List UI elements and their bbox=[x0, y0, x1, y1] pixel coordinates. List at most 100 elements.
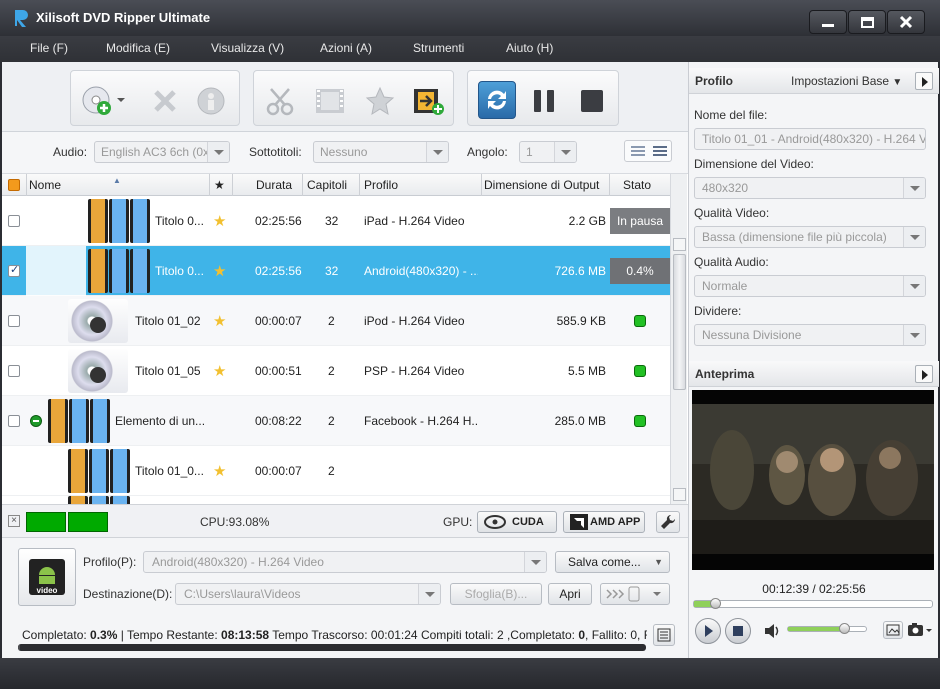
row-checkbox[interactable] bbox=[8, 415, 20, 427]
star-icon[interactable]: ★ bbox=[213, 362, 226, 380]
preset-select[interactable]: Impostazioni Base ▼ bbox=[791, 74, 902, 88]
star-icon[interactable]: ★ bbox=[213, 212, 226, 230]
minimize-button[interactable] bbox=[809, 10, 847, 34]
window-footer bbox=[0, 658, 940, 689]
menu-help[interactable]: Aiuto (H) bbox=[506, 41, 553, 55]
split-select[interactable]: Nessuna Divisione bbox=[694, 324, 926, 346]
table-row[interactable]: Titolo 0... ★ 02:25:56 32 Android(480x32… bbox=[2, 246, 670, 296]
add-dvd-button[interactable] bbox=[81, 85, 127, 117]
col-duration[interactable]: Durata bbox=[256, 178, 292, 192]
status-badge: In pausa bbox=[610, 208, 670, 234]
app-logo-icon bbox=[15, 10, 28, 27]
row-checkbox[interactable] bbox=[8, 215, 20, 227]
seek-bar[interactable] bbox=[693, 598, 933, 609]
row-name: Elemento di un... bbox=[115, 414, 206, 428]
expand-preview-icon[interactable] bbox=[915, 365, 933, 383]
pause-icon bbox=[534, 90, 554, 112]
audio-quality-select[interactable]: Normale bbox=[694, 275, 926, 297]
col-chapters[interactable]: Capitoli bbox=[307, 178, 347, 192]
subtitles-label: Sottotitoli: bbox=[249, 145, 302, 159]
open-button[interactable]: Apri bbox=[548, 583, 592, 605]
expand-panel-icon[interactable] bbox=[915, 72, 933, 90]
close-button[interactable] bbox=[887, 10, 925, 34]
snapshot-button[interactable] bbox=[907, 622, 935, 640]
remove-button[interactable] bbox=[149, 85, 181, 117]
profile-select[interactable]: Android(480x320) - H.264 Video bbox=[143, 551, 547, 573]
menu-view[interactable]: Visualizza (V) bbox=[211, 41, 284, 55]
transfer-device-button[interactable] bbox=[600, 583, 670, 605]
collapse-icon[interactable] bbox=[30, 415, 42, 427]
menu-file[interactable]: File (F) bbox=[30, 41, 68, 55]
subtitles-select[interactable]: Nessuno bbox=[313, 141, 449, 163]
pause-button[interactable] bbox=[528, 85, 560, 117]
star-icon[interactable]: ★ bbox=[213, 312, 226, 330]
col-output-size[interactable]: Dimensione di Output bbox=[484, 178, 599, 192]
gpu-bar: × CPU:93.08% GPU: CUDA AMD APP bbox=[2, 504, 688, 538]
volume-slider[interactable] bbox=[787, 623, 867, 634]
merge-button[interactable] bbox=[412, 85, 444, 117]
table-row[interactable]: Elemento di un... 00:08:22 2 Facebook - … bbox=[2, 396, 670, 446]
convert-button[interactable] bbox=[478, 81, 516, 119]
volume-knob[interactable] bbox=[839, 623, 851, 634]
col-rating-star-icon[interactable]: ★ bbox=[214, 178, 225, 192]
destination-input[interactable]: C:\Users\laura\Videos bbox=[175, 583, 441, 605]
row-profile[interactable]: Facebook - H.264 H... bbox=[364, 414, 478, 428]
clip-button[interactable] bbox=[264, 85, 296, 117]
chevron-down-icon: ▼ bbox=[892, 77, 903, 88]
scroll-up-icon[interactable] bbox=[673, 238, 686, 251]
save-as-button[interactable]: Salva come... ▼ bbox=[555, 551, 670, 573]
profile-panel: Profilo Impostazioni Base ▼ Nome del fil… bbox=[688, 62, 939, 658]
filename-input[interactable]: Titolo 01_01 - Android(480x320) - H.264 … bbox=[694, 128, 926, 150]
angle-select[interactable]: 1 bbox=[519, 141, 577, 163]
col-name[interactable]: Nome bbox=[29, 178, 61, 192]
stop-button[interactable] bbox=[576, 85, 608, 117]
table-row[interactable]: Titolo 01_02 ★ 00:00:07 2 iPod - H.264 V… bbox=[2, 296, 670, 346]
maximize-button[interactable] bbox=[848, 10, 886, 34]
row-checkbox[interactable] bbox=[8, 365, 20, 377]
filename-label: Nome del file: bbox=[694, 108, 768, 122]
table-row[interactable]: Titolo 01_0... ★ 00:00:07 2 bbox=[2, 446, 670, 496]
stop-preview-button[interactable] bbox=[725, 618, 751, 644]
device-profile-button[interactable]: video bbox=[18, 548, 76, 606]
row-profile[interactable]: iPad - H.264 Video bbox=[364, 214, 478, 228]
video-size-select[interactable]: 480x320 bbox=[694, 177, 926, 199]
amd-app-button[interactable]: AMD APP bbox=[563, 511, 645, 533]
audio-select[interactable]: English AC3 6ch (0x bbox=[94, 141, 230, 163]
effects-button[interactable] bbox=[314, 85, 346, 117]
play-button[interactable] bbox=[695, 618, 721, 644]
snapshot-folder-button[interactable] bbox=[883, 621, 903, 639]
row-profile[interactable]: Android(480x320) - ... bbox=[364, 264, 478, 278]
watermark-button[interactable] bbox=[364, 85, 396, 117]
cuda-button[interactable]: CUDA bbox=[477, 511, 557, 533]
row-checkbox[interactable] bbox=[8, 315, 20, 327]
table-row[interactable]: Titolo 01_05 ★ 00:00:51 2 PSP - H.264 Vi… bbox=[2, 346, 670, 396]
menu-actions[interactable]: Azioni (A) bbox=[320, 41, 372, 55]
star-icon[interactable]: ★ bbox=[213, 262, 226, 280]
settings-button[interactable] bbox=[656, 511, 680, 533]
row-profile[interactable]: PSP - H.264 Video bbox=[364, 364, 478, 378]
seek-knob[interactable] bbox=[709, 598, 721, 609]
scroll-thumb[interactable] bbox=[673, 254, 686, 390]
view-toggle[interactable] bbox=[624, 140, 672, 162]
video-preview[interactable] bbox=[692, 390, 934, 570]
browse-button[interactable]: Sfoglia(B)... bbox=[450, 583, 542, 605]
video-quality-select[interactable]: Bassa (dimensione file più piccola) bbox=[694, 226, 926, 248]
wrench-icon bbox=[661, 514, 676, 529]
chevron-down-icon bbox=[524, 552, 546, 572]
star-icon[interactable]: ★ bbox=[213, 462, 226, 480]
col-status[interactable]: Stato bbox=[623, 178, 651, 192]
select-all-checkbox[interactable] bbox=[8, 179, 20, 191]
table-row[interactable]: Titolo 0... ★ 02:25:56 32 iPad - H.264 V… bbox=[2, 196, 670, 246]
col-profile[interactable]: Profilo bbox=[364, 178, 398, 192]
list-scrollbar[interactable] bbox=[670, 174, 687, 504]
log-button[interactable] bbox=[653, 624, 675, 646]
properties-button[interactable] bbox=[195, 85, 227, 117]
menu-tools[interactable]: Strumenti bbox=[413, 41, 464, 55]
row-checkbox[interactable] bbox=[8, 263, 20, 277]
toolbar-group-file bbox=[70, 70, 240, 126]
close-graph-icon[interactable]: × bbox=[8, 515, 20, 527]
scroll-down-icon[interactable] bbox=[673, 488, 686, 501]
volume-icon[interactable] bbox=[763, 623, 781, 639]
row-profile[interactable]: iPod - H.264 Video bbox=[364, 314, 478, 328]
menu-edit[interactable]: Modifica (E) bbox=[106, 41, 170, 55]
